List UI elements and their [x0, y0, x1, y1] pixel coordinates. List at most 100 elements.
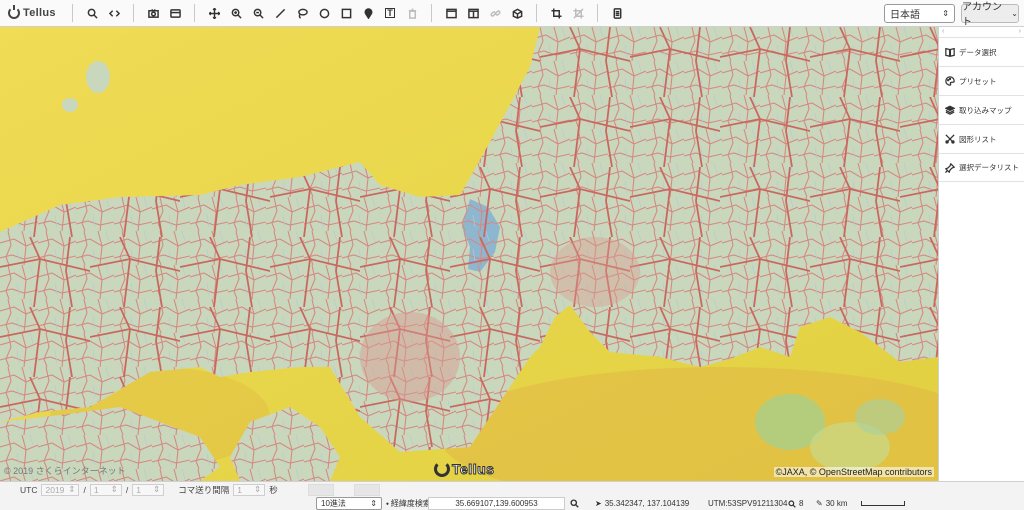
status-bar: 10進法 ⇕ ⬩ 経緯度検索 35.669107,139.600953 ➤ 35.… [0, 497, 1024, 510]
year-select[interactable]: 2019 ⇕ [41, 483, 80, 496]
side-item-selected-data-list[interactable]: 選択データリスト [939, 153, 1024, 182]
chevron-right-icon[interactable]: › [1019, 27, 1021, 37]
single-view-icon [445, 8, 457, 18]
side-panel: ‹ › データ選択 プリセット 取り込みマップ 図形リスト 選択データリスト [938, 27, 1024, 481]
location-pin-icon: ⬩ [386, 498, 389, 508]
palette-icon [945, 76, 955, 86]
tellus-watermark-icon [434, 461, 450, 477]
crop-button[interactable] [545, 2, 567, 24]
year-value: 2019 [45, 484, 65, 495]
chevron-left-icon[interactable]: ‹ [942, 27, 944, 37]
interval-select[interactable]: 1 ⇕ [233, 483, 266, 496]
draw-circle-icon [319, 8, 329, 18]
select-arrows-icon: ⇕ [942, 8, 949, 18]
coordinate-search-button[interactable] [567, 497, 581, 510]
share-code-icon [108, 9, 120, 17]
draw-line-button[interactable] [269, 2, 291, 24]
pan-button[interactable] [203, 2, 225, 24]
time-bar: UTC 2019 ⇕ / 1 ⇕ / 1 ⇕ コマ送り間隔 1 ⇕ 秒 [0, 481, 1024, 497]
toolbar-divider [133, 4, 134, 22]
book-icon [945, 47, 955, 57]
side-item-label: プリセット [959, 76, 997, 86]
day-value: 1 [136, 484, 141, 495]
month-value: 1 [93, 484, 99, 495]
crop-disabled-button[interactable] [567, 2, 589, 24]
document-button[interactable] [606, 2, 628, 24]
notation-value: 10進法 [321, 499, 346, 508]
link-icon [489, 9, 501, 17]
zoom-value: 8 [799, 499, 804, 508]
side-item-shape-list[interactable]: 図形リスト [939, 124, 1024, 153]
tellus-watermark: Tellus [434, 461, 495, 478]
chevron-down-icon: ⌄ [1011, 8, 1018, 18]
card-icon [169, 8, 181, 18]
zoom-out-button[interactable] [247, 2, 269, 24]
zoom-level: 8 [788, 497, 803, 510]
search-icon [87, 8, 98, 19]
card-button[interactable] [164, 2, 186, 24]
seconds-label: 秒 [269, 484, 278, 495]
logo-text: Tellus [23, 7, 56, 19]
map-imagery [0, 27, 938, 481]
scale-line [860, 501, 905, 506]
watermark-text: Tellus [451, 461, 495, 478]
trash-icon [408, 8, 416, 19]
share-code-button[interactable] [103, 2, 125, 24]
lasso-icon [297, 8, 308, 19]
scale-bar: ✎ 30 km [816, 497, 905, 510]
text-tool-icon: T [385, 8, 395, 18]
toolbar-divider [194, 4, 195, 22]
search-button[interactable] [81, 2, 103, 24]
interval-value: 1 [237, 484, 242, 495]
shapes-icon [945, 134, 955, 144]
toolbar: Tellus T 日本語 ⇕ アカウント ⌄ [0, 0, 1024, 28]
draw-rectangle-button[interactable] [335, 2, 357, 24]
scale-value: 30 km [825, 499, 848, 508]
language-select[interactable]: 日本語 ⇕ [884, 3, 955, 23]
text-tool-button[interactable]: T [379, 2, 401, 24]
draw-rectangle-icon [341, 8, 351, 18]
side-item-label: データ選択 [959, 47, 997, 57]
side-item-imported-maps[interactable]: 取り込みマップ [939, 95, 1024, 124]
crop-icon [550, 7, 562, 19]
day-select[interactable]: 1 ⇕ [132, 483, 165, 496]
map-attribution[interactable]: ©JAXA, © OpenStreetMap contributors [773, 467, 934, 477]
toolbar-divider [431, 4, 432, 22]
zoom-level-icon [788, 499, 796, 508]
lasso-button[interactable] [291, 2, 313, 24]
select-arrows-icon: ⇕ [254, 484, 262, 494]
utc-label: UTC [20, 484, 38, 495]
trash-button[interactable] [401, 2, 423, 24]
pan-icon [208, 7, 220, 19]
playback-button[interactable] [307, 483, 334, 496]
zoom-in-icon [231, 8, 242, 19]
select-arrows-icon: ⇕ [153, 484, 161, 494]
month-select[interactable]: 1 ⇕ [89, 483, 122, 496]
side-panel-collapse-bar[interactable]: ‹ › [939, 27, 1024, 37]
pin-list-icon [945, 162, 955, 173]
tellus-logo[interactable]: Tellus [0, 5, 64, 19]
crop-disabled-icon [572, 7, 584, 19]
link-button[interactable] [484, 2, 506, 24]
latlon-search-label: ⬩ 経緯度検索 [386, 497, 431, 510]
cursor-arrow-icon: ➤ [595, 499, 602, 508]
account-button[interactable]: アカウント ⌄ [961, 2, 1019, 28]
side-item-preset[interactable]: プリセット [939, 66, 1024, 95]
screenshot-button[interactable] [142, 2, 164, 24]
camera-icon [147, 8, 159, 18]
select-arrows-icon: ⇕ [370, 499, 377, 508]
map-canvas[interactable]: © 2019 さくらインターネット Tellus ©JAXA, © OpenSt… [0, 27, 938, 481]
playback-button[interactable] [353, 483, 380, 496]
zoom-in-button[interactable] [225, 2, 247, 24]
cube-button[interactable] [506, 2, 528, 24]
coordinate-input[interactable]: 35.669107,139.600953 [428, 497, 565, 510]
side-item-data-select[interactable]: データ選択 [939, 37, 1024, 66]
document-icon [613, 7, 621, 19]
pin-button[interactable] [357, 2, 379, 24]
notation-select[interactable]: 10進法 ⇕ [316, 497, 382, 510]
pin-icon [364, 7, 372, 19]
split-view-button[interactable] [462, 2, 484, 24]
single-view-button[interactable] [440, 2, 462, 24]
draw-circle-button[interactable] [313, 2, 335, 24]
split-view-icon [467, 8, 479, 18]
